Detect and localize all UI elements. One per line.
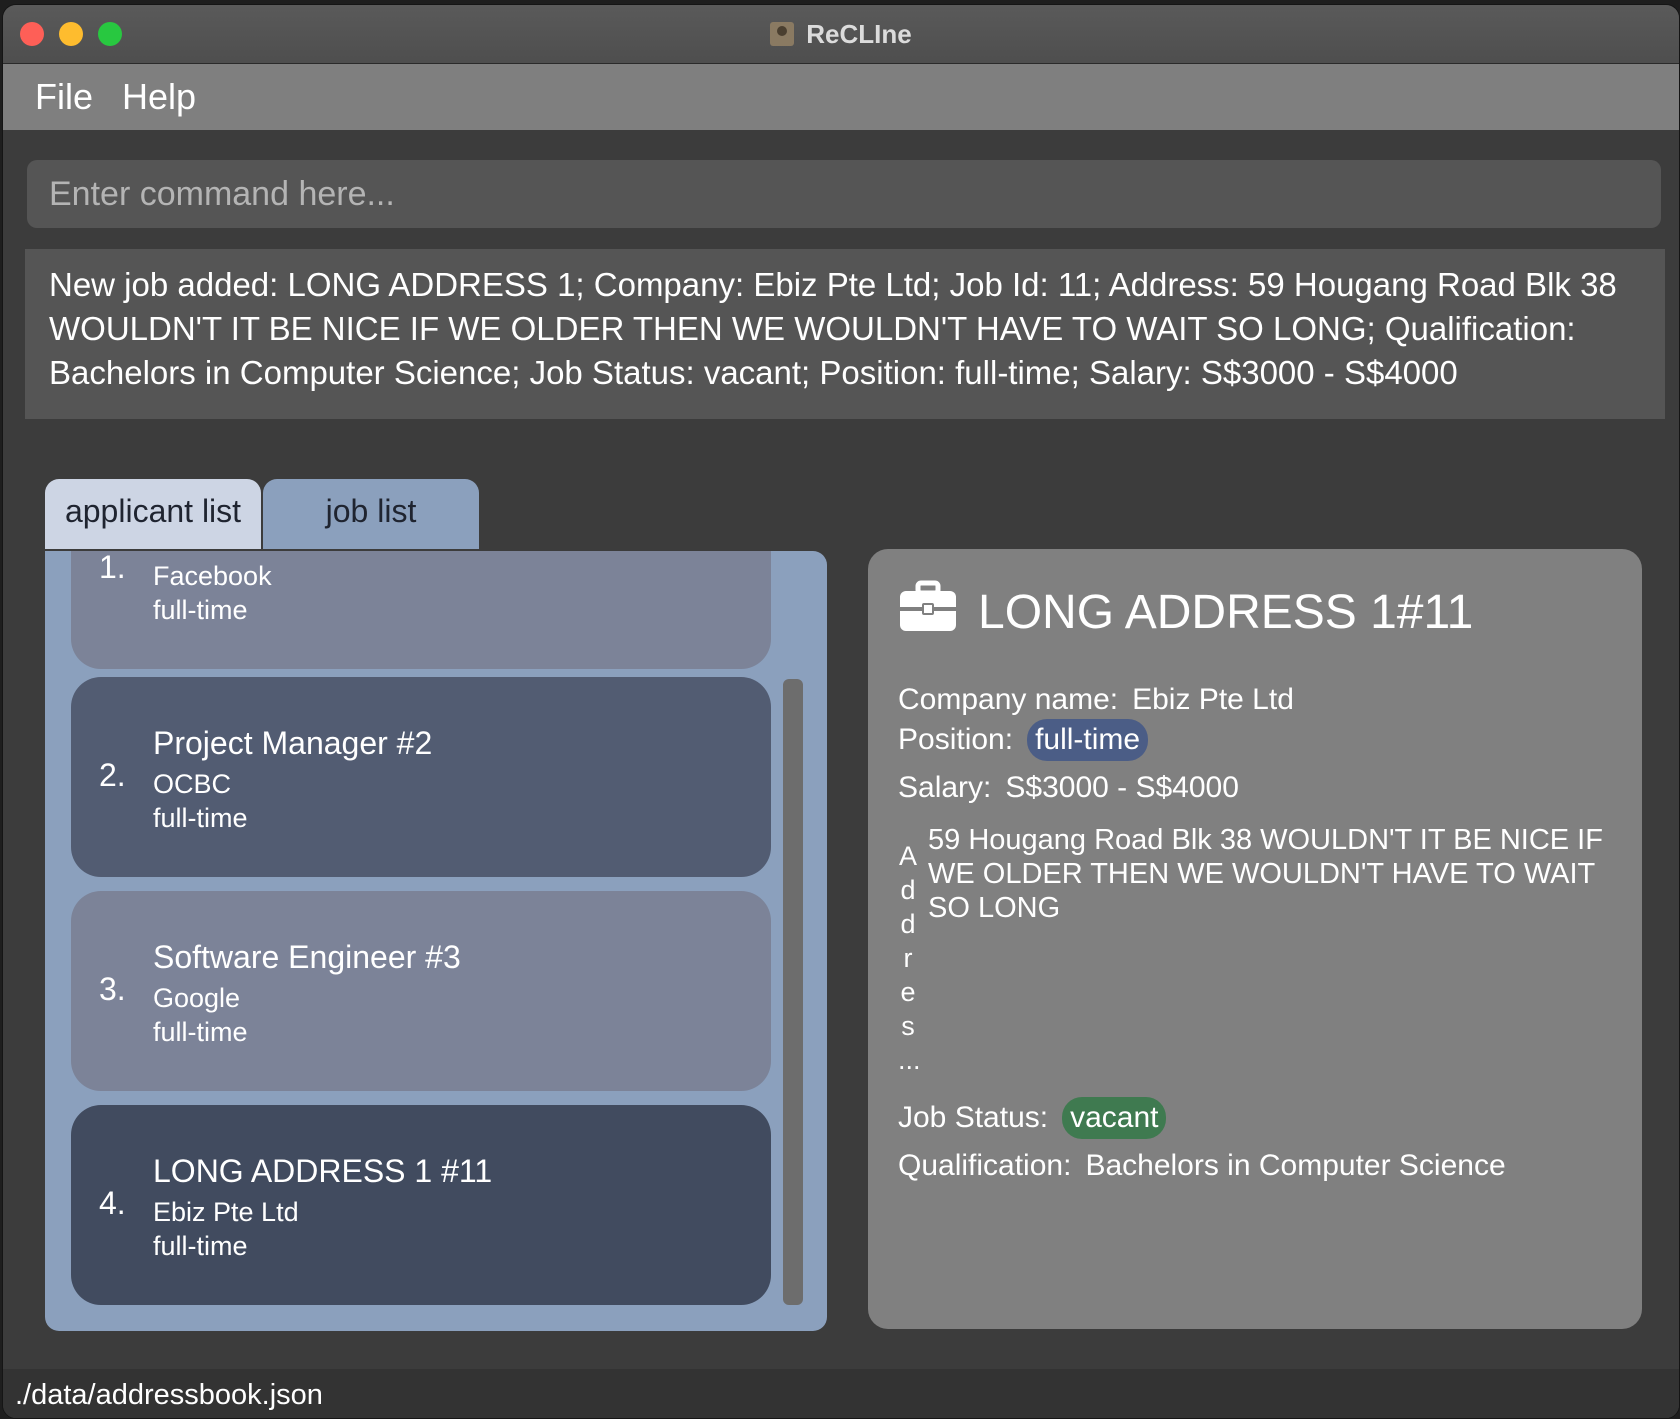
salary-row: Salary: S$3000 - S$4000	[898, 771, 1239, 805]
address-label-char: e	[900, 977, 916, 1007]
salary-value: S$3000 - S$4000	[1005, 771, 1239, 804]
job-card[interactable]: 3. Software Engineer #3 Google full-time	[71, 891, 771, 1091]
company-row: Company name: Ebiz Pte Ltd	[898, 683, 1294, 717]
address-label: A d d r e s ...	[898, 839, 921, 1077]
job-company: OCBC	[153, 769, 232, 799]
job-index: 3.	[99, 971, 126, 1007]
qualification-value: Bachelors in Computer Science	[1085, 1149, 1506, 1182]
detail-title: LONG ADDRESS 1#11	[978, 586, 1474, 639]
job-card[interactable]: 1. Facebook full-time	[71, 551, 771, 669]
command-input[interactable]	[27, 160, 1661, 228]
title-bar: ReCLIne	[3, 5, 1679, 64]
job-card[interactable]: 2. Project Manager #2 OCBC full-time	[71, 677, 771, 877]
menu-bar: File Help	[3, 64, 1679, 130]
window-title: ReCLIne	[806, 19, 912, 49]
menu-file[interactable]: File	[35, 76, 93, 118]
app-icon	[770, 22, 795, 46]
qualification-label: Qualification:	[898, 1149, 1072, 1182]
company-value: Ebiz Pte Ltd	[1132, 683, 1294, 716]
position-row: Position: full-time	[898, 719, 1149, 761]
address-label-char: r	[903, 943, 913, 973]
position-label: Position:	[898, 723, 1014, 756]
job-position: full-time	[153, 1017, 248, 1047]
job-detail-panel: LONG ADDRESS 1#11 Company name: Ebiz Pte …	[868, 549, 1642, 1329]
job-title: Project Manager #2	[153, 725, 433, 761]
job-card-selected[interactable]: 4. LONG ADDRESS 1 #11 Ebiz Pte Ltd full-…	[71, 1105, 771, 1305]
job-company: Ebiz Pte Ltd	[153, 1197, 299, 1227]
position-badge: full-time	[1027, 719, 1149, 761]
job-position: full-time	[153, 595, 248, 625]
job-index: 4.	[99, 1185, 126, 1221]
address-label-char: s	[901, 1011, 915, 1041]
tab-job-list[interactable]: job list	[263, 479, 479, 549]
job-list-panel[interactable]: 1. Facebook full-time 2. Project Manager…	[45, 551, 827, 1331]
job-position: full-time	[153, 803, 248, 833]
status-bar: ./data/addressbook.json	[3, 1369, 1679, 1418]
list-scrollbar[interactable]	[783, 679, 803, 1305]
window-title-area: ReCLIne	[3, 19, 1679, 50]
address-label-char: d	[900, 875, 916, 905]
salary-label: Salary:	[898, 771, 992, 804]
address-label-char: ...	[898, 1045, 921, 1075]
address-label-char: A	[898, 841, 917, 871]
status-row: Job Status: vacant	[898, 1097, 1167, 1139]
address-value: 59 Hougang Road Blk 38 WOULDN'T IT BE NI…	[928, 824, 1603, 924]
job-company: Google	[153, 983, 241, 1013]
briefcase-icon	[900, 580, 956, 631]
job-company: Facebook	[153, 561, 272, 591]
job-index: 1.	[99, 551, 126, 585]
job-title: LONG ADDRESS 1 #11	[153, 1153, 493, 1189]
menu-help[interactable]: Help	[122, 76, 196, 118]
app-window: ReCLIne File Help New job added: LONG AD…	[2, 4, 1680, 1419]
company-label: Company name:	[898, 683, 1119, 716]
job-position: full-time	[153, 1231, 248, 1261]
status-badge: vacant	[1062, 1097, 1167, 1139]
status-label: Job Status:	[898, 1101, 1049, 1134]
qualification-row: Qualification: Bachelors in Computer Scie…	[898, 1149, 1506, 1183]
save-location: ./data/addressbook.json	[15, 1379, 323, 1411]
job-index: 2.	[99, 757, 126, 793]
address-label-char: d	[900, 909, 916, 939]
job-title: Software Engineer #3	[153, 939, 461, 975]
tab-applicant-list[interactable]: applicant list	[45, 479, 261, 549]
result-display: New job added: LONG ADDRESS 1; Company: …	[25, 249, 1665, 419]
